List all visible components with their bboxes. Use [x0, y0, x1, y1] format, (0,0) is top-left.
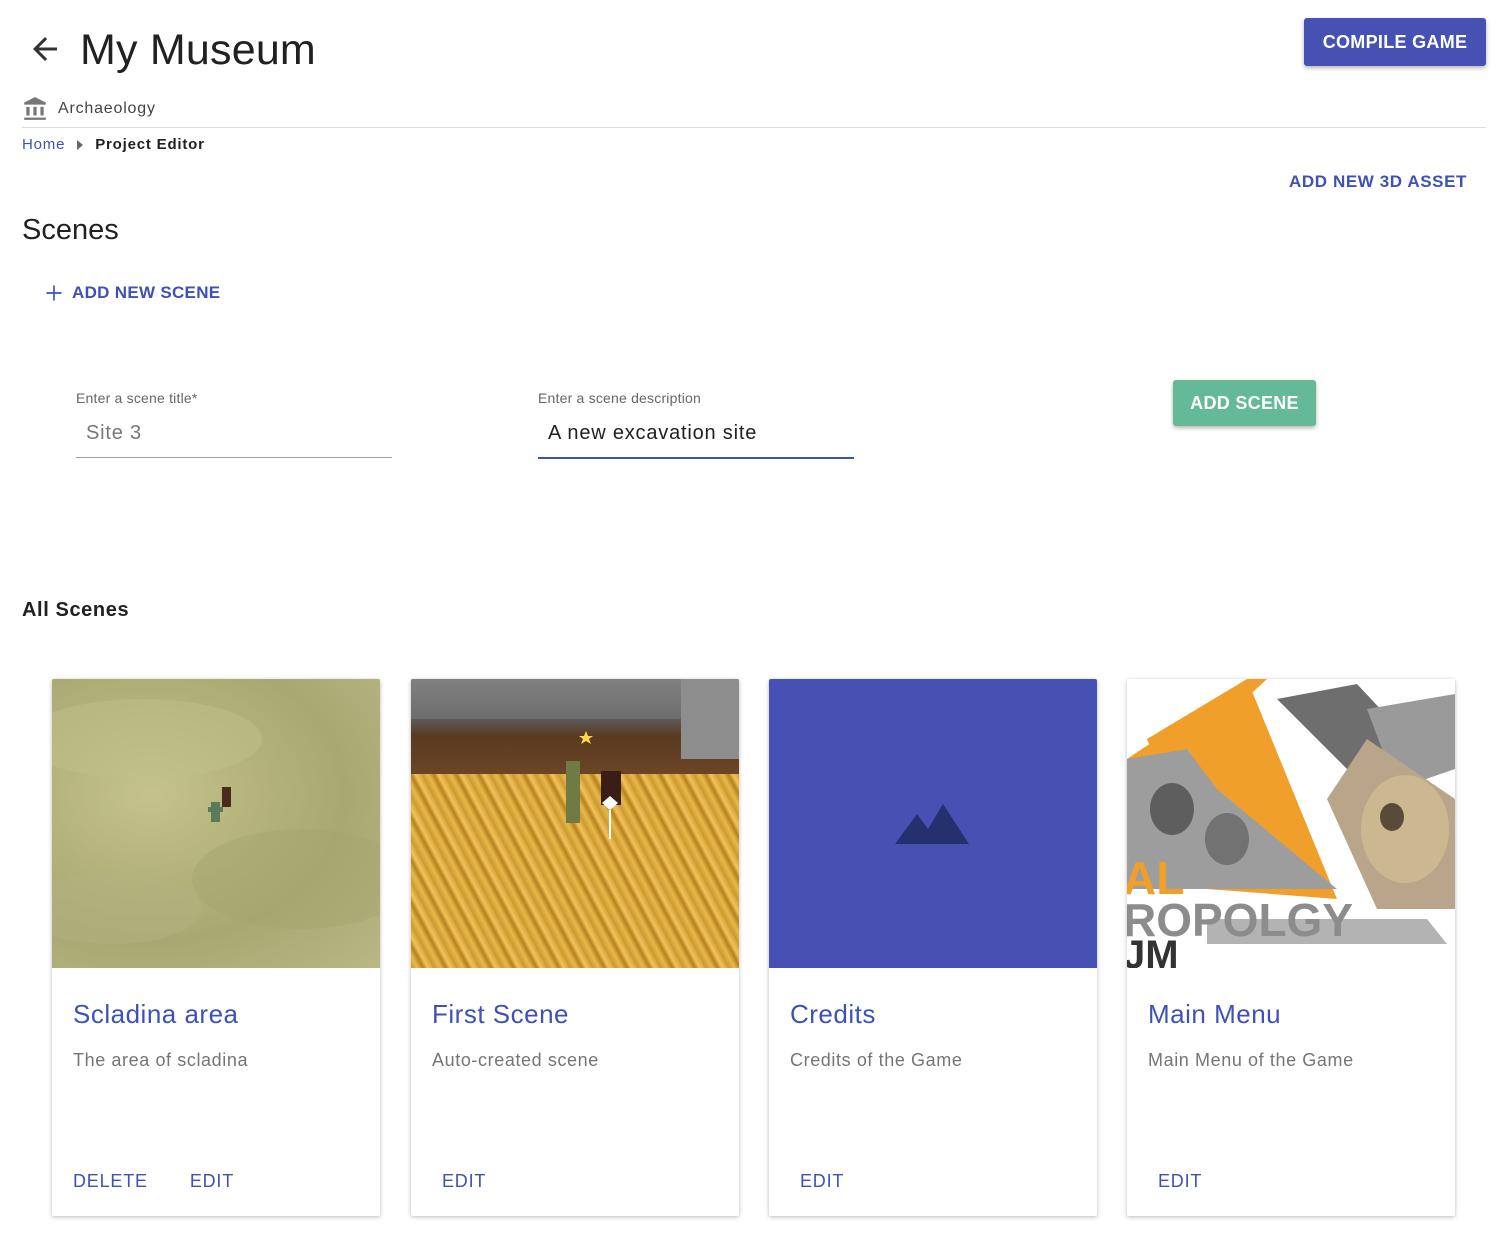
scenes-title: Scenes: [22, 214, 119, 246]
breadcrumb-current: Project Editor: [95, 136, 205, 153]
chevron-right-icon: [77, 139, 84, 150]
scene-card-actions: EDIT: [1158, 1171, 1202, 1192]
scene-card-scladina: Scladina area The area of scladina DELET…: [52, 679, 380, 1216]
scene-thumbnail[interactable]: AL ROPOLGY JM: [1127, 679, 1455, 968]
scene-thumbnail[interactable]: [769, 679, 1097, 968]
scene-description-label: Enter a scene description: [538, 390, 701, 406]
breadcrumb: Home Project Editor: [22, 136, 205, 153]
poster-text-line-3: JM: [1127, 933, 1179, 968]
scene-title-field: Enter a scene title*: [76, 390, 392, 458]
scene-card-main-menu: AL ROPOLGY JM Main Menu Main Menu of the…: [1127, 679, 1455, 1216]
back-button[interactable]: [24, 28, 66, 70]
project-category: Archaeology: [22, 96, 156, 122]
scene-title-label: Enter a scene title*: [76, 390, 198, 406]
scene-thumbnail[interactable]: [411, 679, 739, 968]
mountains-icon: [895, 803, 969, 844]
edit-scene-button[interactable]: EDIT: [442, 1171, 486, 1192]
page-title: My Museum: [80, 26, 316, 74]
add-scene-button[interactable]: ADD SCENE: [1173, 380, 1316, 426]
scene-preview-image: AL ROPOLGY JM: [1127, 679, 1455, 968]
breadcrumb-home[interactable]: Home: [22, 136, 65, 153]
scene-preview-image: [411, 679, 739, 839]
scene-card-title: First Scene: [432, 999, 569, 1029]
add-3d-asset-button[interactable]: ADD NEW 3D ASSET: [1289, 172, 1467, 192]
scene-card-title: Main Menu: [1148, 999, 1282, 1029]
scene-card-description: Auto-created scene: [432, 1050, 599, 1070]
plus-icon: [46, 285, 62, 301]
edit-scene-button[interactable]: EDIT: [190, 1171, 234, 1192]
all-scenes-heading: All Scenes: [22, 599, 130, 621]
museum-icon: [24, 97, 46, 120]
delete-scene-button[interactable]: DELETE: [73, 1171, 148, 1192]
scene-card-description: Main Menu of the Game: [1148, 1050, 1354, 1070]
scene-card-description: The area of scladina: [73, 1050, 249, 1070]
scene-card-title: Credits: [790, 999, 876, 1029]
scene-title-input[interactable]: [76, 418, 392, 458]
scene-card-credits: Credits Credits of the Game EDIT: [769, 679, 1097, 1216]
edit-scene-button[interactable]: EDIT: [800, 1171, 844, 1192]
compile-game-button[interactable]: COMPILE GAME: [1304, 18, 1486, 66]
scene-preview-image: [52, 699, 380, 944]
scene-card-title: Scladina area: [73, 999, 239, 1029]
add-new-scene-label: ADD NEW SCENE: [72, 283, 221, 302]
scene-thumbnail[interactable]: [52, 679, 380, 968]
scene-card-description: Credits of the Game: [790, 1050, 963, 1070]
add-new-scene-button[interactable]: ADD NEW SCENE: [44, 283, 220, 303]
category-label: Archaeology: [58, 100, 156, 117]
scene-card-actions: EDIT: [442, 1171, 486, 1192]
scene-card-actions: DELETE EDIT: [73, 1171, 234, 1192]
scene-card-first: First Scene Auto-created scene EDIT: [411, 679, 739, 1216]
edit-scene-button[interactable]: EDIT: [1158, 1171, 1202, 1192]
header-divider: [22, 127, 1486, 128]
scene-description-input[interactable]: [538, 418, 854, 459]
scene-description-field: Enter a scene description: [538, 390, 854, 459]
arrow-left-icon: [33, 37, 57, 61]
scene-card-actions: EDIT: [800, 1171, 844, 1192]
